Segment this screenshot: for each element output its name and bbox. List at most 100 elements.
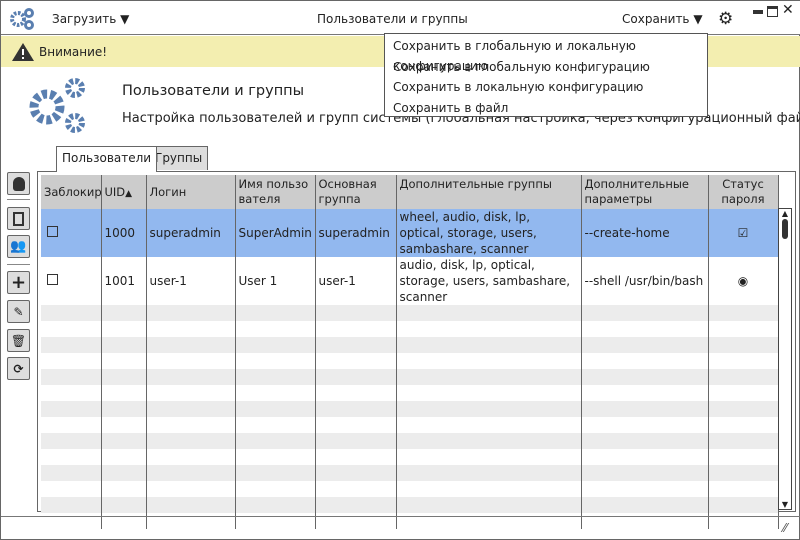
cell-uid: 1001 — [101, 257, 147, 305]
empty-cell — [581, 449, 709, 465]
empty-cell — [146, 401, 236, 417]
menu-item-save-local[interactable]: Сохранить в локальную конфигурацию — [385, 77, 707, 98]
empty-cell — [708, 369, 779, 385]
empty-cell — [101, 353, 147, 369]
empty-cell — [581, 433, 709, 449]
empty-cell — [146, 305, 236, 321]
empty-cell — [315, 481, 397, 497]
password-checked-icon[interactable]: ☑ — [708, 209, 779, 257]
empty-cell — [101, 305, 147, 321]
empty-cell — [315, 321, 397, 337]
empty-cell — [708, 385, 779, 401]
window-title: Пользователи и группы — [317, 12, 468, 26]
minimize-icon[interactable] — [753, 10, 763, 14]
empty-cell — [581, 385, 709, 401]
empty-cell — [41, 401, 102, 417]
empty-cell — [708, 321, 779, 337]
menu-item-save-global-local[interactable]: Сохранить в глобальную и локальную конфи… — [385, 36, 707, 73]
table-row[interactable]: 1001 user-1 User 1 user-1 audio, disk, l… — [41, 257, 779, 305]
empty-cell — [315, 369, 397, 385]
password-radio-icon[interactable]: ◉ — [708, 257, 779, 305]
load-menu-button[interactable]: Загрузить ▼ — [52, 12, 129, 26]
vertical-scrollbar[interactable]: ▲ ▼ — [778, 208, 792, 510]
locked-checkbox[interactable] — [47, 274, 58, 285]
tab-groups[interactable]: Группы — [149, 146, 209, 170]
empty-cell — [146, 497, 236, 513]
empty-cell — [235, 417, 316, 433]
contacts-button[interactable] — [7, 207, 30, 230]
table-row[interactable]: 1000 superadmin SuperAdmin superadmin wh… — [41, 209, 779, 257]
empty-cell — [235, 433, 316, 449]
empty-cell — [146, 369, 236, 385]
empty-cell — [146, 321, 236, 337]
empty-row — [41, 481, 779, 497]
empty-cell — [396, 337, 582, 353]
linux-tux-button[interactable] — [7, 172, 30, 195]
scroll-down-icon[interactable]: ▼ — [779, 500, 791, 509]
empty-cell — [581, 417, 709, 433]
empty-cell — [235, 369, 316, 385]
empty-cell — [315, 433, 397, 449]
empty-cell — [315, 465, 397, 481]
load-label: Загрузить — [52, 12, 117, 26]
column-name[interactable]: Имя пользователя — [235, 175, 316, 209]
empty-cell — [396, 433, 582, 449]
tab-users[interactable]: Пользователи — [56, 146, 158, 172]
empty-row — [41, 417, 779, 433]
trash-icon: 🗑 — [10, 333, 27, 348]
delete-button[interactable]: 🗑 — [7, 329, 30, 352]
empty-cell — [581, 497, 709, 513]
edit-button[interactable]: ✎ — [7, 300, 30, 323]
save-menu-button[interactable]: Сохранить ▼ — [622, 12, 703, 26]
empty-cell — [708, 449, 779, 465]
empty-cell — [396, 305, 582, 321]
empty-cell — [101, 385, 147, 401]
warning-icon — [12, 42, 34, 61]
empty-cell — [101, 449, 147, 465]
add-button[interactable]: + — [7, 271, 30, 294]
column-extra-params[interactable]: Дополнительные параметры — [581, 175, 709, 209]
column-password-status[interactable]: Статус пароля — [708, 175, 779, 209]
gear-icon[interactable]: ⚙ — [718, 9, 733, 29]
empty-cell — [41, 369, 102, 385]
empty-cell — [235, 353, 316, 369]
resize-grip-icon[interactable]: ⁄⁄ — [783, 521, 787, 535]
scroll-thumb[interactable] — [782, 219, 788, 239]
empty-cell — [41, 305, 102, 321]
empty-cell — [396, 449, 582, 465]
empty-cell — [708, 305, 779, 321]
groups-button[interactable]: 👥 — [7, 235, 30, 258]
tux-icon — [12, 176, 25, 191]
edit-icon: ✎ — [13, 304, 24, 319]
empty-cell — [315, 497, 397, 513]
column-extra-groups[interactable]: Дополнительные группы — [396, 175, 582, 209]
close-icon[interactable]: ✕ — [782, 2, 794, 18]
empty-cell — [581, 321, 709, 337]
empty-row — [41, 321, 779, 337]
cell-group: superadmin — [315, 209, 397, 257]
empty-cell — [396, 353, 582, 369]
empty-cell — [708, 433, 779, 449]
empty-cell — [235, 401, 316, 417]
menu-item-save-file[interactable]: Сохранить в файл — [385, 98, 707, 119]
cell-group: user-1 — [315, 257, 397, 305]
empty-cell — [708, 497, 779, 513]
empty-cell — [396, 465, 582, 481]
column-primary-group[interactable]: Основная группа — [315, 175, 397, 209]
empty-cell — [146, 465, 236, 481]
chevron-down-icon: ▼ — [120, 12, 130, 26]
column-login[interactable]: Логин — [146, 175, 236, 209]
empty-cell — [708, 401, 779, 417]
menu-item-save-global[interactable]: Сохранить в глобальную конфигурацию — [385, 57, 707, 78]
refresh-button[interactable]: ⟳ — [7, 357, 30, 380]
empty-cell — [581, 353, 709, 369]
empty-cell — [396, 385, 582, 401]
scroll-up-icon[interactable]: ▲ — [779, 209, 791, 218]
empty-cell — [101, 465, 147, 481]
maximize-icon[interactable] — [767, 6, 778, 17]
locked-checkbox[interactable] — [47, 226, 58, 237]
empty-cell — [41, 497, 102, 513]
column-locked[interactable]: Заблокир — [41, 175, 102, 209]
empty-cell — [146, 449, 236, 465]
column-uid[interactable]: UID▲ — [101, 175, 147, 209]
